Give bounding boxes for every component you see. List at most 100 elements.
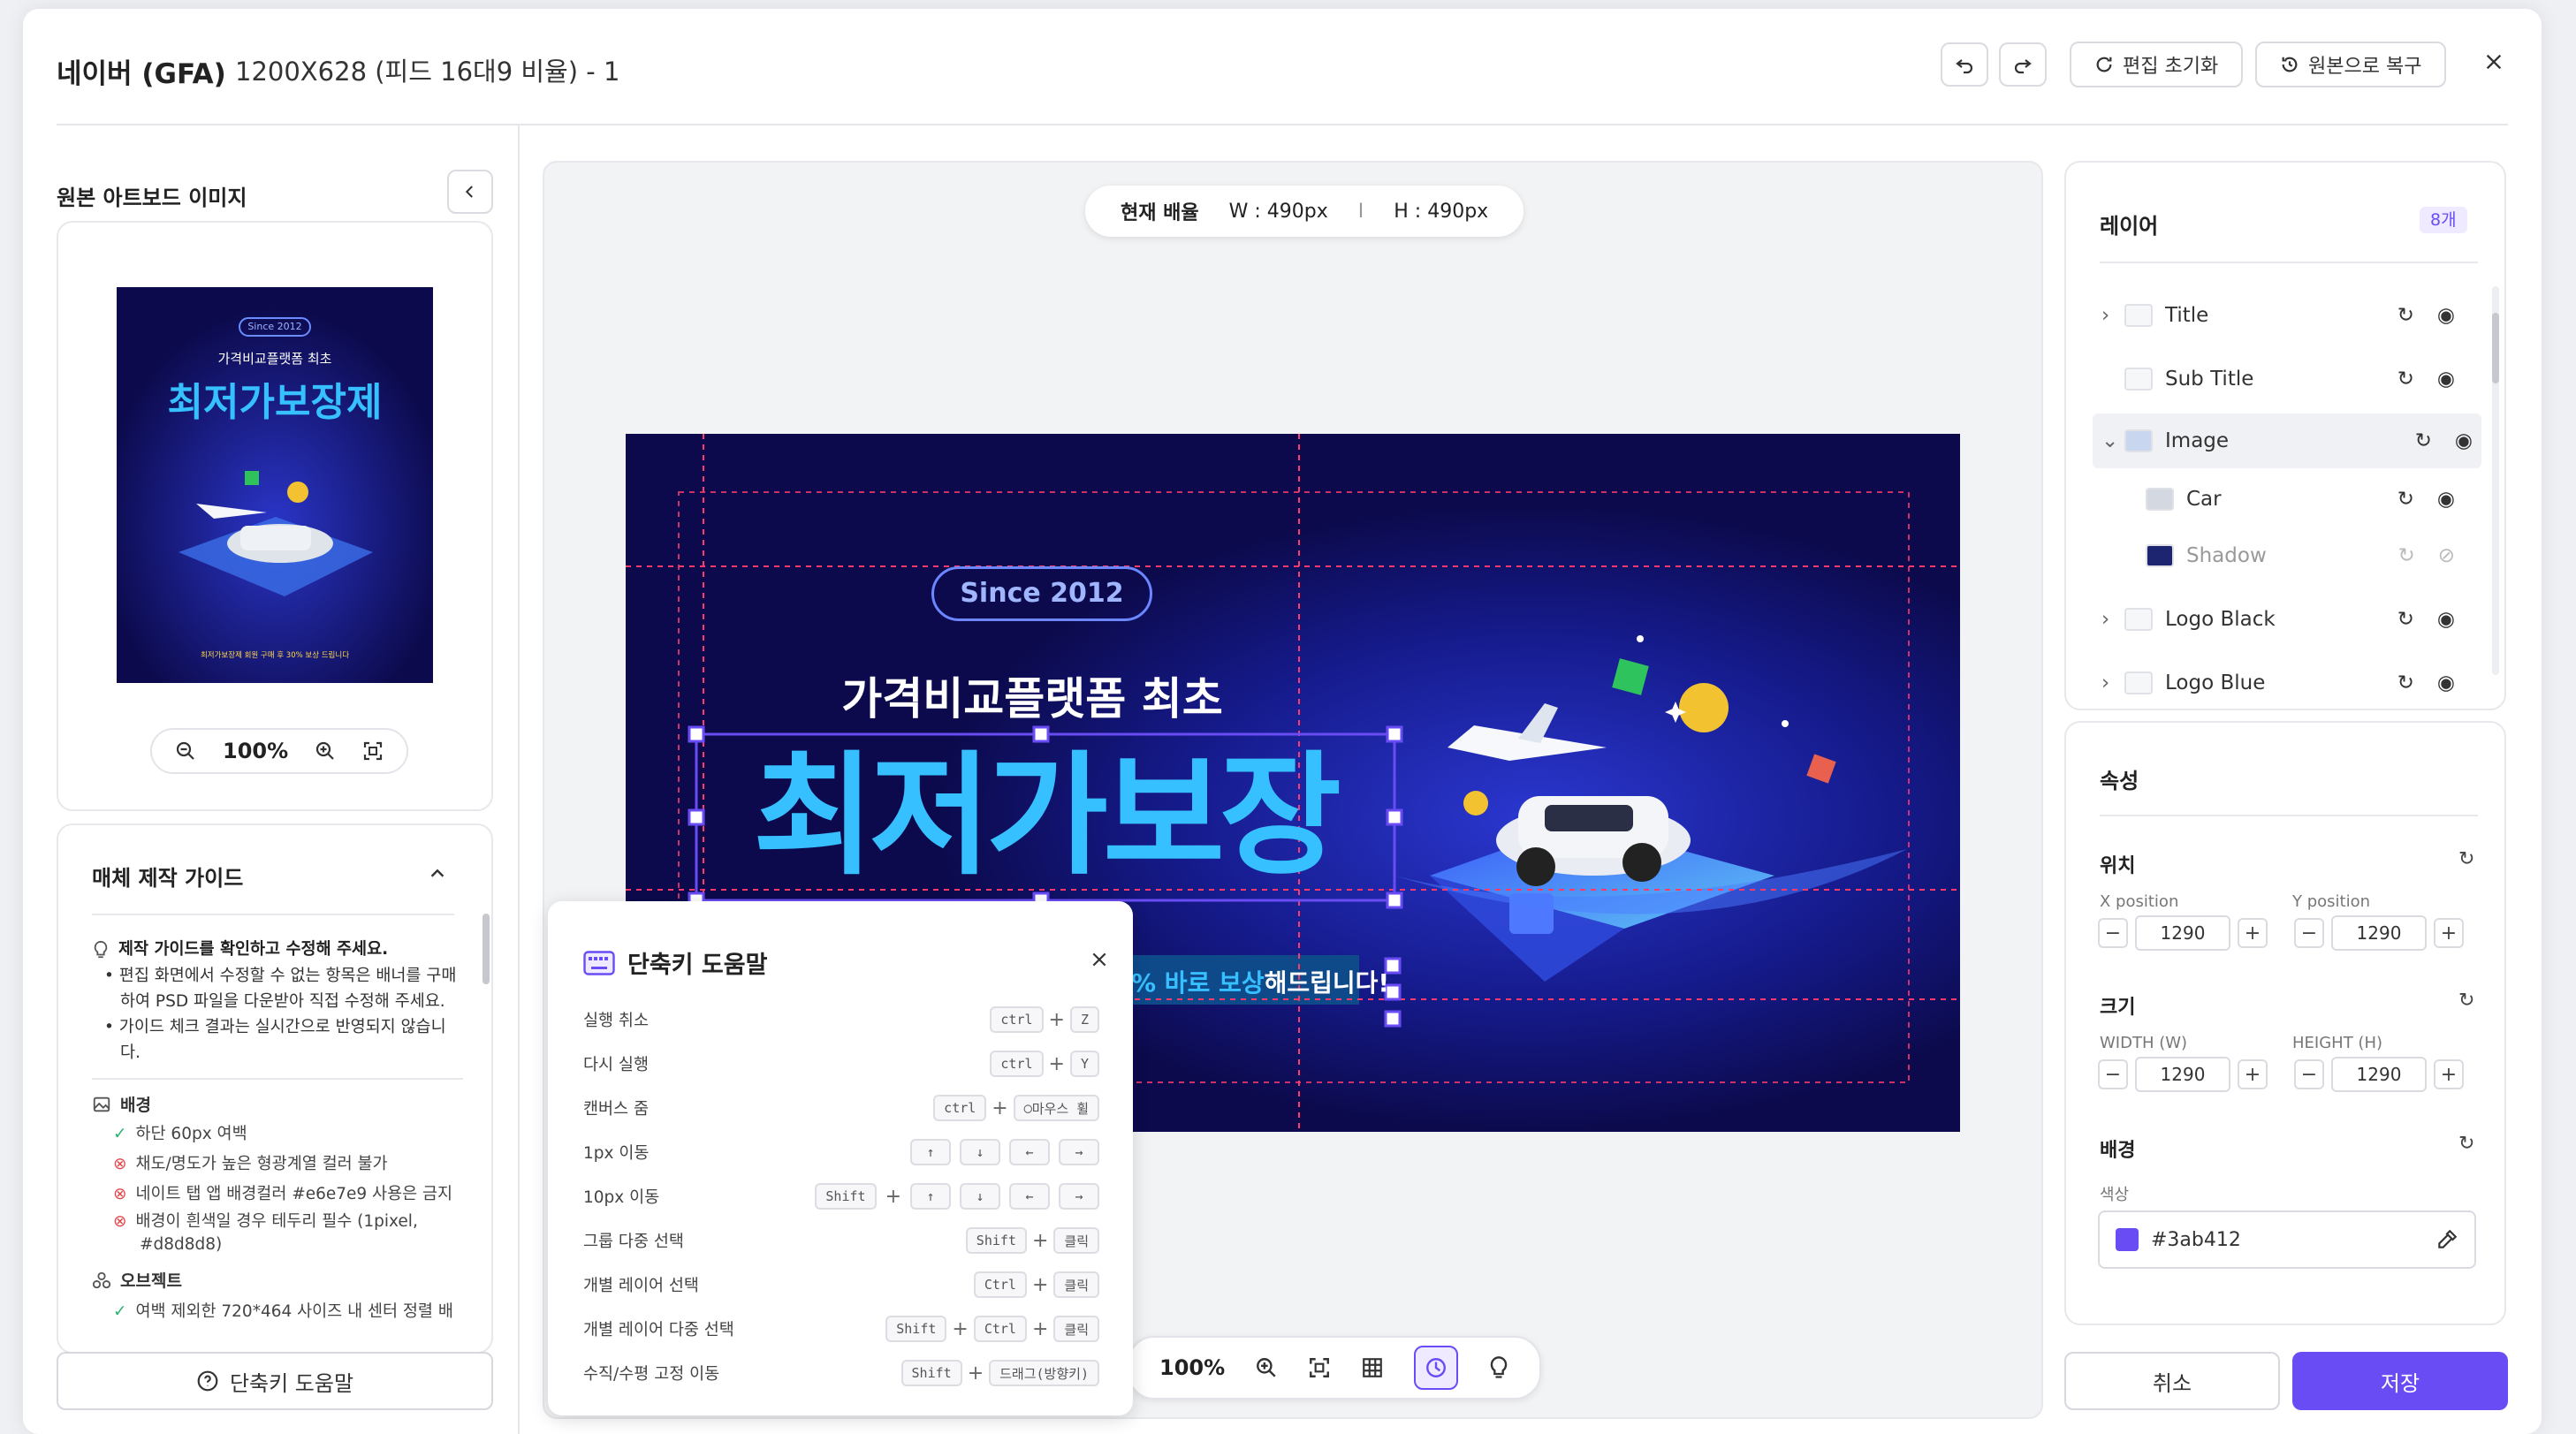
- layers-scroll-track: [2492, 286, 2499, 675]
- fit-screen-icon[interactable]: [362, 740, 384, 762]
- reset-icon[interactable]: ↻: [2415, 429, 2432, 452]
- guide-icon: [1426, 1358, 1447, 1377]
- chevron-down-icon[interactable]: ⌄: [2101, 429, 2124, 452]
- layer-row-logo-black[interactable]: › Logo Black ↻ ◉: [2101, 592, 2473, 647]
- thumb-line2: 최저가보장제: [167, 380, 383, 425]
- decrement-button[interactable]: −: [2294, 1059, 2324, 1089]
- layer-row-car[interactable]: Car ↻ ◉: [2146, 472, 2473, 527]
- increment-button[interactable]: +: [2238, 1059, 2268, 1089]
- eye-icon[interactable]: ◉: [2437, 368, 2455, 391]
- keyboard-icon: [583, 950, 615, 975]
- guide-check-item: ✓ 하단 60px 여백: [113, 1119, 463, 1149]
- layer-row-title[interactable]: › Title ↻ ◉: [2101, 288, 2473, 343]
- zoom-in-icon[interactable]: [1255, 1356, 1278, 1379]
- decrement-button[interactable]: −: [2098, 918, 2128, 948]
- arrow-right-key: →: [1059, 1183, 1099, 1210]
- zoom-in-icon[interactable]: [315, 740, 336, 762]
- width-input[interactable]: 1290: [2135, 1057, 2230, 1092]
- layer-row-image[interactable]: ⌄ Image ↻ ◉: [2093, 414, 2481, 468]
- lightbulb-icon[interactable]: [1488, 1355, 1509, 1380]
- chevron-right-icon[interactable]: ›: [2101, 608, 2124, 631]
- canvas-width: W : 490px: [1228, 200, 1328, 223]
- layer-thumbnail: [2124, 304, 2153, 327]
- eye-icon[interactable]: ◉: [2437, 304, 2455, 327]
- increment-button[interactable]: +: [2238, 918, 2268, 948]
- undo-button[interactable]: [1941, 42, 1988, 87]
- shortcut-popup-close-button[interactable]: [1087, 947, 1112, 972]
- guide-panel: 매체 제작 가이드 제작 가이드를 확인하고 수정해 주세요. • 편집 화면에…: [57, 823, 493, 1354]
- arrow-down-key: ↓: [960, 1139, 1000, 1165]
- reset-background-icon[interactable]: ↻: [2458, 1133, 2474, 1155]
- restore-original-button[interactable]: 원본으로 복구: [2255, 42, 2447, 87]
- y-position-input[interactable]: 1290: [2331, 915, 2427, 951]
- collapse-left-button[interactable]: [447, 170, 493, 214]
- layer-thumbnail: [2124, 671, 2153, 694]
- background-label: 배경: [2100, 1140, 2136, 1162]
- reset-icon[interactable]: ↻: [2397, 544, 2414, 567]
- reset-edit-label: 편집 초기화: [2123, 56, 2219, 78]
- thumb-line1: 가격비교플랫폼 최초: [217, 351, 332, 367]
- eye-icon[interactable]: ◉: [2455, 429, 2473, 452]
- reset-icon[interactable]: ↻: [2397, 368, 2414, 391]
- x-position-input[interactable]: 1290: [2135, 915, 2230, 951]
- guide-scrollbar[interactable]: [483, 914, 490, 984]
- obj-section-header: 오브젝트: [92, 1268, 463, 1292]
- close-icon: [1092, 952, 1106, 967]
- reset-edit-button[interactable]: 편집 초기화: [2070, 42, 2244, 87]
- layers-count-badge: 8개: [2420, 207, 2467, 233]
- guide-bullets: • 편집 화면에서 수정할 수 없는 항목은 배너를 구매 하여 PSD 파일을…: [92, 963, 463, 1066]
- shortcut-row: 10px 이동 Shift + ↑ ↓ ← →: [583, 1179, 1099, 1214]
- shortcut-help-button[interactable]: 단축키 도움말: [57, 1352, 493, 1410]
- layer-row-subtitle[interactable]: Sub Title ↻ ◉: [2101, 352, 2473, 406]
- x-circle-icon: ⊗: [113, 1185, 127, 1203]
- reset-icon[interactable]: ↻: [2397, 671, 2414, 694]
- shortcut-row: 1px 이동 ↑ ↓ ← →: [583, 1134, 1099, 1170]
- eye-off-icon[interactable]: ⊘: [2438, 544, 2455, 567]
- guide-toggle-button[interactable]: [1414, 1346, 1459, 1390]
- color-swatch: [2116, 1228, 2139, 1251]
- close-button[interactable]: [2480, 48, 2508, 76]
- chevron-right-icon[interactable]: ›: [2101, 304, 2124, 327]
- grid-icon[interactable]: [1361, 1356, 1384, 1379]
- eye-icon[interactable]: ◉: [2437, 488, 2455, 511]
- cancel-button[interactable]: 취소: [2064, 1352, 2280, 1410]
- properties-panel: 속성 위치 ↻ X position Y position − 1290 + −…: [2064, 721, 2506, 1325]
- layer-row-shadow[interactable]: Shadow ↻ ⊘: [2146, 528, 2473, 583]
- arrow-up-key: ↑: [910, 1139, 951, 1165]
- thumbnail-art: [117, 287, 433, 683]
- increment-button[interactable]: +: [2434, 1059, 2464, 1089]
- decrement-button[interactable]: −: [2294, 918, 2324, 948]
- reset-icon[interactable]: ↻: [2397, 608, 2414, 631]
- history-icon: [2282, 57, 2298, 72]
- reset-icon[interactable]: ↻: [2397, 304, 2414, 327]
- redo-button[interactable]: [1999, 42, 2047, 87]
- zoom-out-icon[interactable]: [175, 740, 196, 762]
- reset-size-icon[interactable]: ↻: [2458, 990, 2474, 1012]
- save-button[interactable]: 저장: [2292, 1352, 2508, 1410]
- eye-icon[interactable]: ◉: [2437, 608, 2455, 631]
- layer-thumbnail: [2124, 608, 2153, 631]
- key: 클릭: [1053, 1227, 1099, 1254]
- layer-row-logo-blue[interactable]: › Logo Blue ↻ ◉: [2101, 656, 2473, 709]
- reset-position-icon[interactable]: ↻: [2458, 848, 2474, 870]
- eyedropper-icon[interactable]: [2435, 1228, 2458, 1251]
- reset-icon[interactable]: ↻: [2397, 488, 2414, 511]
- chevron-up-icon[interactable]: [428, 864, 447, 884]
- fit-screen-icon[interactable]: [1308, 1356, 1331, 1379]
- x-position-label: X position: [2100, 892, 2179, 911]
- decrement-button[interactable]: −: [2098, 1059, 2128, 1089]
- chevron-right-icon[interactable]: ›: [2101, 671, 2124, 694]
- page-subtitle: 1200X628 (피드 16대9 비율) - 1: [235, 57, 620, 87]
- color-input[interactable]: #3ab412: [2098, 1210, 2476, 1269]
- artboard-zoom-value: 100%: [223, 739, 289, 763]
- height-input[interactable]: 1290: [2331, 1057, 2427, 1092]
- guide-check-item: ✓ 여백 제외한 720*464 사이즈 내 센터 정렬 배: [113, 1297, 463, 1327]
- eye-icon[interactable]: ◉: [2437, 671, 2455, 694]
- props-divider: [2100, 815, 2478, 816]
- layers-scrollbar[interactable]: [2492, 313, 2499, 383]
- shortcut-row: 개별 레이어 선택 Ctrl + 클릭: [583, 1267, 1099, 1302]
- height-label: HEIGHT (H): [2292, 1034, 2382, 1052]
- bg-section-header: 배경: [92, 1092, 463, 1116]
- key: Shift: [885, 1316, 947, 1342]
- increment-button[interactable]: +: [2434, 918, 2464, 948]
